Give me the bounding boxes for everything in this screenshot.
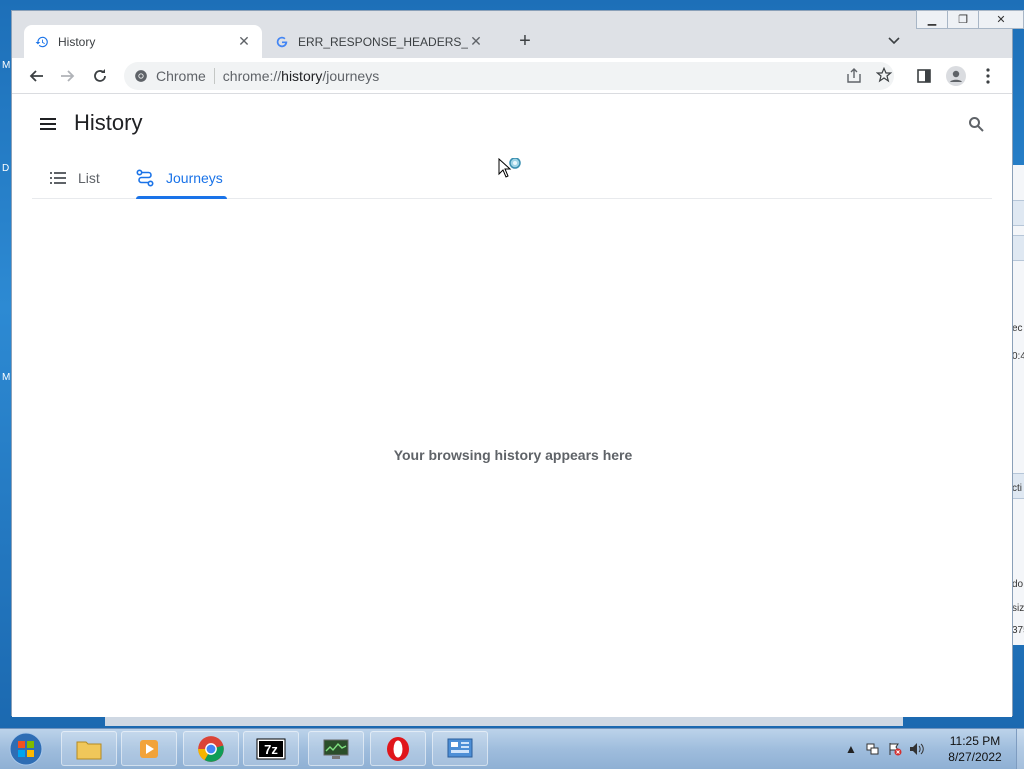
new-tab-button[interactable]: + — [513, 29, 537, 53]
site-chip-label: Chrome — [156, 68, 206, 84]
clock-time: 11:25 PM — [949, 734, 1001, 748]
chrome-window: History ✕ ERR_RESPONSE_HEADERS_MULTI ✕ +… — [11, 10, 1024, 717]
more-vert-icon — [986, 68, 990, 84]
desktop-icon-label-fragment: M — [2, 60, 11, 71]
taskbar: 7z ▲ 11:25 PM 8/27/2022 — [0, 728, 1024, 769]
chrome-icon — [135, 70, 147, 82]
tab-label: ERR_RESPONSE_HEADERS_MULTI — [298, 34, 468, 49]
google-icon — [274, 34, 290, 50]
toolbar: Chrome chrome://history/journeys — [12, 58, 1012, 94]
minimize-button[interactable]: ▁ — [916, 10, 948, 29]
avatar-icon — [946, 66, 966, 86]
search-button[interactable] — [964, 112, 988, 136]
show-hidden-icons-icon[interactable]: ▲ — [840, 742, 862, 756]
selected-tab-indicator — [136, 196, 227, 199]
busy-cursor-icon — [498, 157, 528, 187]
desktop-icon-label-fragment: M — [2, 372, 11, 383]
taskbar-system-monitor[interactable] — [308, 731, 364, 766]
background-text: 0:4 — [1012, 351, 1024, 362]
tab-search-chevron-icon[interactable] — [884, 31, 904, 51]
show-desktop-button[interactable] — [1016, 729, 1024, 769]
page-title: History — [74, 110, 143, 135]
action-center-flag-icon[interactable] — [884, 742, 906, 756]
taskbar-7zip[interactable]: 7z — [243, 731, 299, 766]
hamburger-menu-icon[interactable] — [38, 114, 58, 134]
reload-icon — [94, 69, 106, 82]
system-tray: ▲ — [840, 729, 928, 769]
menu-button[interactable] — [976, 64, 1000, 88]
tab-history[interactable]: History ✕ — [24, 25, 262, 58]
desktop-icon-label-fragment: D — [2, 163, 10, 174]
taskbar-chrome[interactable] — [183, 731, 239, 766]
clock-date: 8/27/2022 — [948, 750, 1002, 764]
tab-list-label: List — [78, 170, 100, 186]
background-text: siz — [1012, 603, 1024, 614]
share-icon[interactable] — [846, 68, 862, 87]
tab-journeys-label: Journeys — [166, 170, 223, 186]
history-icon — [34, 34, 50, 50]
search-icon — [969, 117, 984, 132]
side-panel-icon — [917, 69, 931, 83]
tab-error-page[interactable]: ERR_RESPONSE_HEADERS_MULTI ✕ — [264, 25, 494, 58]
background-text: ec — [1012, 323, 1023, 334]
tab-strip: History ✕ ERR_RESPONSE_HEADERS_MULTI ✕ +… — [12, 10, 1024, 58]
forward-button[interactable] — [56, 64, 80, 88]
volume-icon[interactable] — [906, 742, 928, 756]
profile-button[interactable] — [944, 64, 968, 88]
taskbar-explorer[interactable] — [61, 731, 117, 766]
window-controls: ▁ ❐ ✕ — [916, 10, 1024, 29]
opera-icon — [387, 736, 409, 761]
chrome-icon — [198, 735, 224, 762]
history-page: History List Journeys Your browsing hist… — [12, 94, 1012, 717]
reload-button[interactable] — [88, 64, 112, 88]
back-button[interactable] — [24, 64, 48, 88]
taskbar-media-player[interactable] — [121, 731, 177, 766]
restore-button[interactable]: ❐ — [947, 10, 979, 29]
folder-icon — [76, 741, 102, 759]
window-close-button[interactable]: ✕ — [978, 10, 1024, 29]
url-text[interactable]: chrome://history/journeys — [223, 68, 379, 84]
close-icon[interactable]: ✕ — [468, 33, 484, 50]
background-text: do — [1012, 579, 1024, 590]
bookmark-star-icon[interactable] — [875, 66, 893, 86]
list-icon — [50, 172, 66, 184]
background-text: cti — [1012, 483, 1022, 494]
start-button[interactable] — [4, 731, 48, 767]
media-player-icon — [140, 739, 158, 758]
address-bar[interactable]: Chrome chrome://history/journeys — [124, 62, 894, 90]
windows-logo-icon — [9, 732, 43, 766]
tab-list[interactable]: List — [50, 158, 100, 198]
svg-text:7z: 7z — [264, 742, 278, 757]
clock[interactable]: 11:25 PM 8/27/2022 — [940, 733, 1010, 765]
network-icon[interactable] — [862, 742, 884, 756]
monitor-icon — [323, 739, 349, 759]
close-icon[interactable]: ✕ — [236, 33, 252, 50]
tab-journeys[interactable]: Journeys — [136, 158, 227, 199]
background-scrollbar[interactable] — [105, 717, 903, 726]
side-panel-button[interactable] — [912, 64, 936, 88]
tab-label: History — [58, 34, 96, 49]
empty-state-message: Your browsing history appears here — [393, 447, 633, 463]
forward-arrow-icon — [61, 70, 75, 82]
control-panel-icon — [447, 738, 473, 757]
7zip-icon: 7z — [256, 738, 286, 759]
background-text: 375 — [1012, 625, 1024, 636]
taskbar-opera[interactable] — [370, 731, 426, 766]
journeys-icon — [136, 169, 154, 187]
site-chip[interactable]: Chrome — [124, 68, 223, 84]
taskbar-control-panel[interactable] — [432, 731, 488, 766]
back-arrow-icon — [29, 70, 43, 82]
